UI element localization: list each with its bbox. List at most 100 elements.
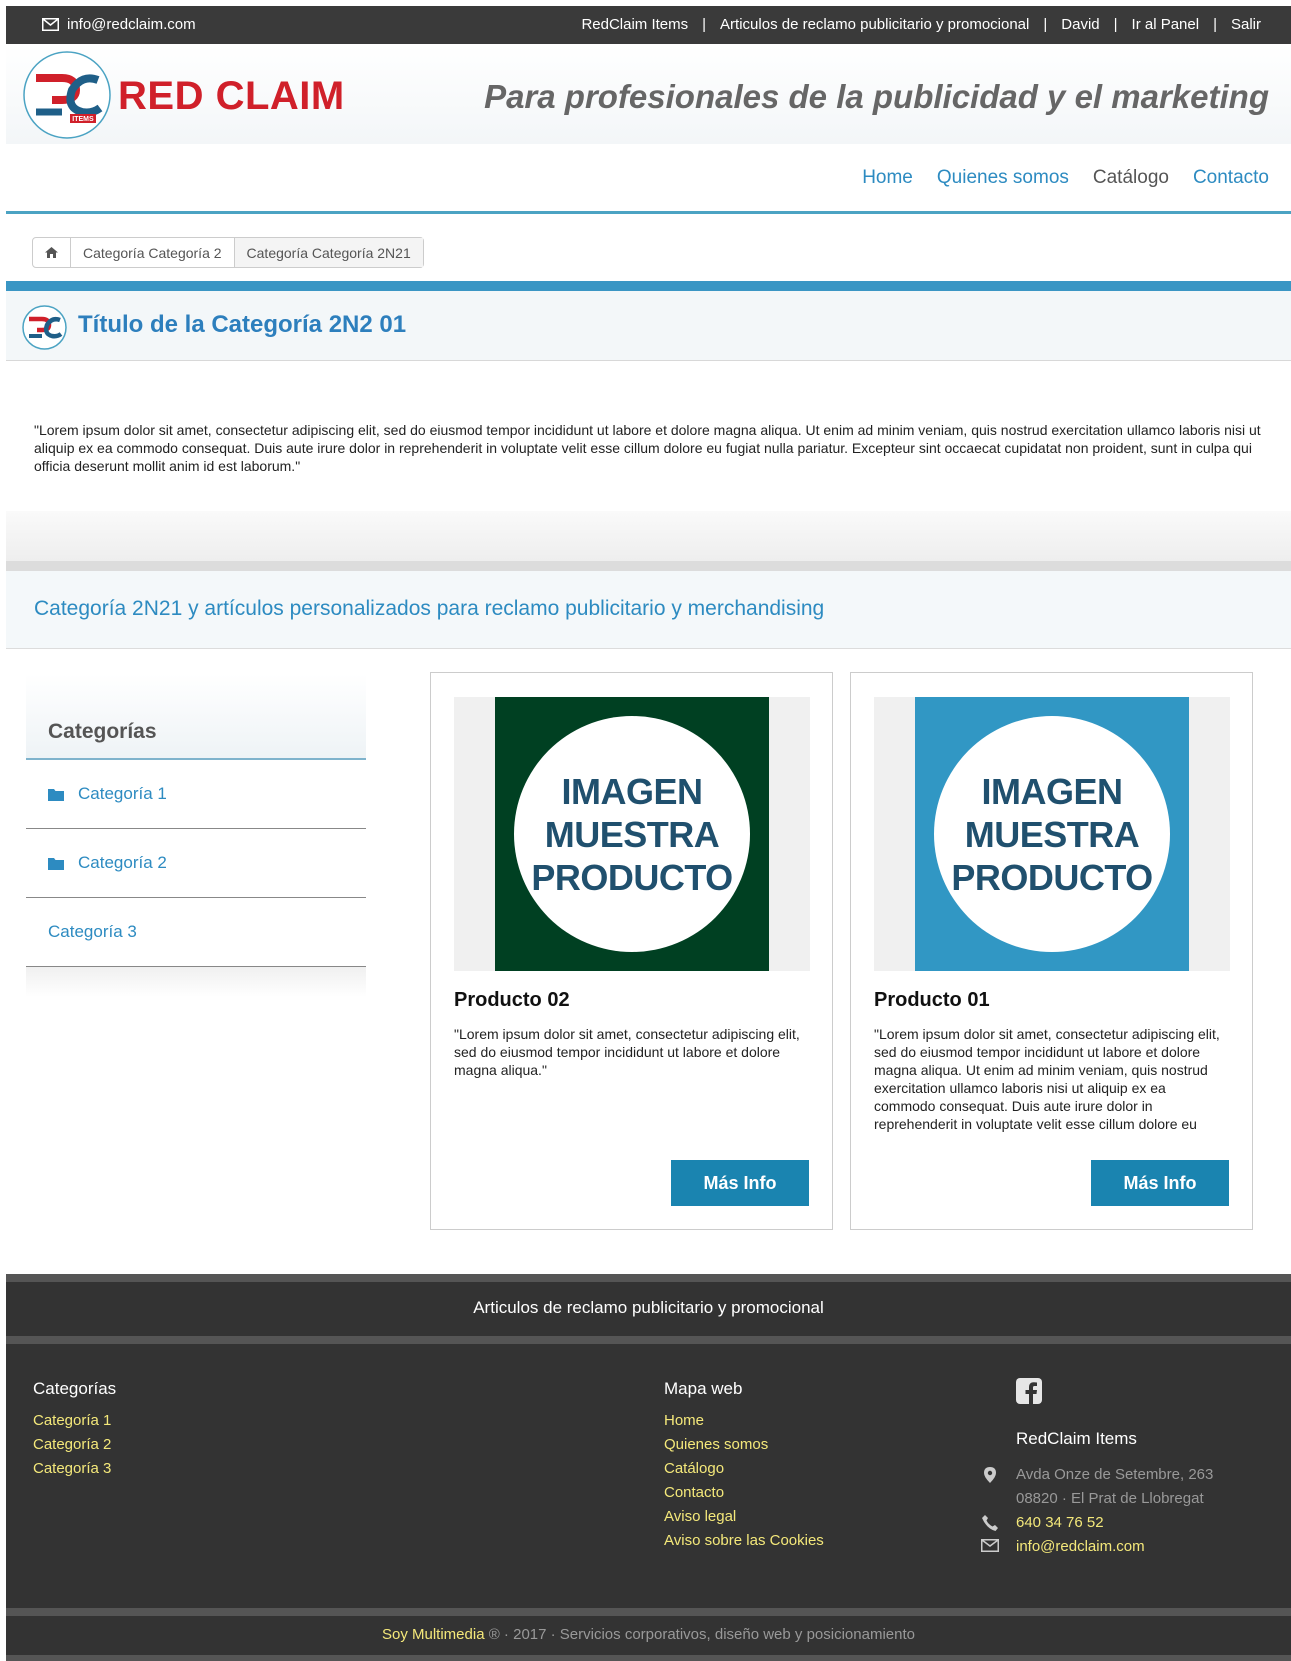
footer-strip — [6, 1336, 1291, 1344]
map-marker-icon — [984, 1467, 996, 1483]
product-image-text: PRODUCTO — [531, 856, 733, 898]
sidebar-title: Categorías — [48, 720, 157, 743]
nav-home[interactable]: Home — [862, 167, 913, 189]
product-image-text: IMAGEN — [561, 770, 704, 812]
site-header: ITEMS RED CLAIM Para profesionales de la… — [6, 44, 1291, 144]
product-card: IMAGEN MUESTRA PRODUCTO Producto 02 "Lor… — [430, 672, 833, 1230]
topbar-separator: | — [702, 16, 707, 33]
footer-contact: RedClaim Items Avda Onze de Setembre, 26… — [981, 1378, 1291, 1559]
footer-link-home[interactable]: Home — [664, 1409, 824, 1433]
footer-strip — [6, 1608, 1291, 1616]
product-image-bg: IMAGEN MUESTRA PRODUCTO — [915, 697, 1189, 971]
category-title-bar: Título de la Categoría 2N2 01 — [6, 291, 1291, 361]
topbar-link-user[interactable]: David — [1061, 16, 1099, 33]
product-image-text: IMAGEN — [981, 770, 1124, 812]
footer-sitemap: Mapa web Home Quienes somos Catálogo Con… — [664, 1379, 824, 1553]
title-accent-bar — [6, 281, 1291, 291]
folder-icon — [48, 857, 64, 870]
product-image[interactable]: IMAGEN MUESTRA PRODUCTO — [454, 697, 810, 971]
topbar-separator: | — [1113, 16, 1118, 33]
top-bar: info@redclaim.com RedClaim Items | Artic… — [6, 6, 1291, 44]
topbar-separator: | — [1043, 16, 1048, 33]
nav-catalogo[interactable]: Catálogo — [1093, 167, 1169, 189]
footer-link-aviso-legal[interactable]: Aviso legal — [664, 1505, 824, 1529]
footer-link-categoria-3[interactable]: Categoría 3 — [33, 1457, 116, 1481]
footer-link-catalogo[interactable]: Catálogo — [664, 1457, 824, 1481]
main-nav: Home Quienes somos Catálogo Contacto — [6, 144, 1291, 214]
footer-strip — [6, 1655, 1291, 1661]
footer-link-contacto[interactable]: Contacto — [664, 1481, 824, 1505]
footer-link-categoria-1[interactable]: Categoría 1 — [33, 1409, 116, 1433]
category-intro: "Lorem ipsum dolor sit amet, consectetur… — [34, 422, 1261, 474]
product-description: "Lorem ipsum dolor sit amet, consectetur… — [454, 1026, 800, 1078]
site-footer: Articulos de reclamo publicitario y prom… — [6, 1274, 1291, 1661]
product-image-circle: IMAGEN MUESTRA PRODUCTO — [934, 716, 1170, 952]
footer-address-row: Avda Onze de Setembre, 263 08820 · El Pr… — [978, 1463, 1291, 1511]
topbar-email[interactable]: info@redclaim.com — [42, 16, 196, 33]
logo-small-icon — [22, 305, 67, 350]
product-description: "Lorem ipsum dolor sit amet, consectetur… — [874, 1026, 1220, 1137]
footer-company-name: RedClaim Items — [1016, 1429, 1137, 1448]
breadcrumb-item-current: Categoría Categoría 2N21 — [234, 238, 423, 267]
product-card: IMAGEN MUESTRA PRODUCTO Producto 01 "Lor… — [850, 672, 1253, 1230]
footer-sitemap-title: Mapa web — [664, 1379, 743, 1398]
phone-icon — [982, 1515, 998, 1531]
sidebar-footer — [26, 967, 366, 997]
sidebar-header: Categorías — [26, 674, 366, 760]
footer-link-cookies[interactable]: Aviso sobre las Cookies — [664, 1529, 824, 1553]
divider-band — [6, 511, 1291, 561]
topbar-email-text: info@redclaim.com — [67, 16, 196, 33]
breadcrumb-item-categoria-2[interactable]: Categoría Categoría 2 — [71, 238, 235, 267]
footer-email: info@redclaim.com — [1016, 1538, 1145, 1555]
sidebar-item-label: Categoría 3 — [48, 922, 137, 941]
envelope-icon — [42, 18, 59, 31]
sidebar-item-categoria-1[interactable]: Categoría 1 — [26, 760, 366, 829]
facebook-icon[interactable] — [1016, 1378, 1042, 1404]
footer-strip — [6, 1274, 1291, 1282]
sidebar-item-categoria-3[interactable]: Categoría 3 — [26, 898, 366, 967]
product-image-circle: IMAGEN MUESTRA PRODUCTO — [514, 716, 750, 952]
page-title: Título de la Categoría 2N2 01 — [78, 311, 407, 338]
sidebar-item-label: Categoría 2 — [78, 853, 167, 872]
logo-icon[interactable]: ITEMS — [22, 50, 112, 140]
header-tagline: Para profesionales de la publicidad y el… — [484, 78, 1269, 115]
footer-link-quienes-somos[interactable]: Quienes somos — [664, 1433, 824, 1457]
product-image[interactable]: IMAGEN MUESTRA PRODUCTO — [874, 697, 1230, 971]
topbar-link-redclaim[interactable]: RedClaim Items — [581, 16, 688, 33]
brand-name[interactable]: RED CLAIM — [118, 74, 345, 119]
breadcrumb: Categoría Categoría 2 Categoría Categorí… — [32, 237, 424, 268]
nav-quienes-somos[interactable]: Quienes somos — [937, 167, 1069, 189]
section-title: Categoría 2N21 y artículos personalizado… — [34, 597, 825, 620]
footer-phone-row[interactable]: 640 34 76 52 — [978, 1511, 1291, 1535]
copyright-brand-link[interactable]: Soy Multimedia — [382, 1626, 485, 1643]
product-image-text: PRODUCTO — [951, 856, 1153, 898]
topbar-link-logout[interactable]: Salir — [1231, 16, 1261, 33]
footer-email-row[interactable]: info@redclaim.com — [978, 1535, 1291, 1559]
home-icon — [45, 247, 58, 258]
copyright: Soy Multimedia ® · 2017 · Servicios corp… — [6, 1626, 1291, 1643]
topbar-links: RedClaim Items | Articulos de reclamo pu… — [581, 16, 1261, 33]
product-name[interactable]: Producto 01 — [874, 989, 990, 1012]
envelope-icon — [981, 1539, 999, 1552]
product-name[interactable]: Producto 02 — [454, 989, 570, 1012]
mas-info-button[interactable]: Más Info — [1091, 1160, 1229, 1206]
topbar-separator: | — [1213, 16, 1217, 33]
topbar-link-panel[interactable]: Ir al Panel — [1132, 16, 1200, 33]
footer-categories-title: Categorías — [33, 1379, 117, 1398]
divider-band-dark — [6, 561, 1291, 571]
page: info@redclaim.com RedClaim Items | Artic… — [6, 6, 1291, 1661]
logo-sub-text: ITEMS — [72, 116, 94, 123]
folder-icon — [48, 788, 64, 801]
footer-link-categoria-2[interactable]: Categoría 2 — [33, 1433, 116, 1457]
footer-phone: 640 34 76 52 — [1016, 1514, 1104, 1531]
sidebar-item-categoria-2[interactable]: Categoría 2 — [26, 829, 366, 898]
mas-info-button[interactable]: Más Info — [671, 1160, 809, 1206]
sidebar-item-label: Categoría 1 — [78, 784, 167, 803]
breadcrumb-home[interactable] — [33, 238, 71, 267]
nav-contacto[interactable]: Contacto — [1193, 167, 1269, 189]
copyright-text: ® · 2017 · Servicios corporativos, diseñ… — [484, 1626, 915, 1643]
footer-title: Articulos de reclamo publicitario y prom… — [473, 1298, 824, 1317]
product-image-bg: IMAGEN MUESTRA PRODUCTO — [495, 697, 769, 971]
footer-address-line-2: 08820 · El Prat de Llobregat — [1016, 1490, 1204, 1507]
topbar-link-articulos[interactable]: Articulos de reclamo publicitario y prom… — [720, 16, 1029, 33]
